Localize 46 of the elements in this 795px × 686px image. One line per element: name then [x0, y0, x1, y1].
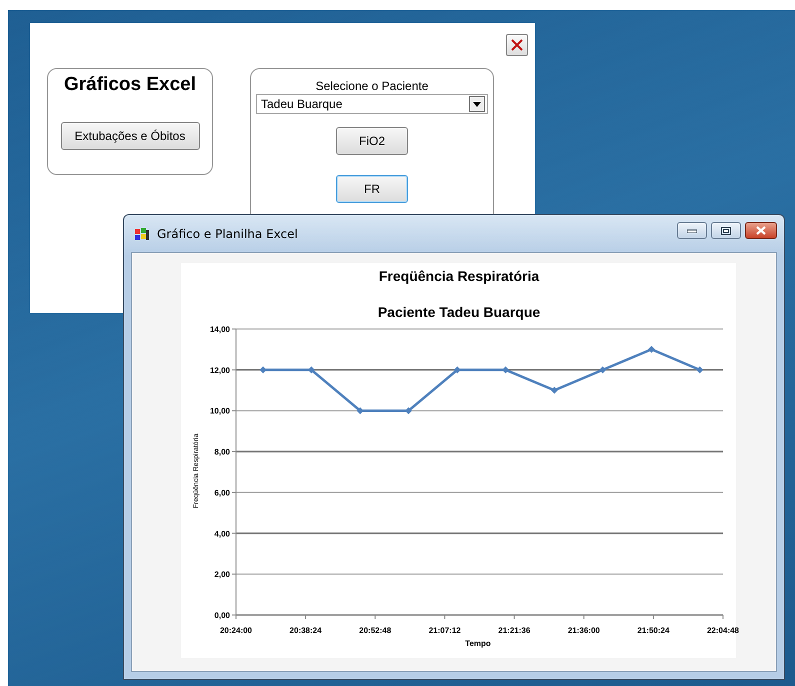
x-axis-title: Tempo [465, 639, 491, 648]
y-tick-label: 12,00 [210, 366, 230, 375]
data-point [260, 366, 267, 374]
y-tick-label: 4,00 [214, 529, 230, 538]
x-tick-label: 20:52:48 [359, 626, 392, 635]
x-tick-label: 21:21:36 [498, 626, 530, 635]
minimize-icon [687, 228, 697, 232]
x-tick-label: 20:24:00 [220, 626, 252, 635]
x-tick-label: 22:04:48 [706, 626, 740, 635]
data-point [404, 407, 412, 414]
y-tick-label: 8,00 [214, 448, 230, 457]
y-tick-label: 14,00 [210, 325, 230, 334]
x-tick-label: 21:07:12 [428, 626, 461, 635]
close-icon [756, 226, 766, 235]
x-tick-label: 20:38:24 [290, 626, 322, 635]
data-point [308, 366, 315, 374]
data-point [550, 386, 558, 394]
maximize-icon [721, 226, 731, 234]
data-point [502, 366, 510, 374]
group-title: Gráficos Excel [64, 74, 196, 96]
y-tick-label: 6,00 [214, 488, 230, 498]
minimize-button[interactable] [677, 222, 707, 239]
patient-dropdown[interactable]: Tadeu Buarque [256, 94, 488, 114]
chart-subtitle: Paciente Tadeu Buarque [378, 304, 540, 320]
patient-label: Selecione o Paciente [316, 79, 428, 93]
data-point [648, 346, 655, 353]
data-point [696, 366, 704, 374]
x-tick-label: 21:50:24 [637, 626, 670, 635]
close-icon [510, 38, 524, 52]
y-tick-label: 10,00 [210, 406, 230, 416]
data-point [454, 366, 461, 374]
chart-button[interactable]: FR [336, 175, 408, 203]
y-tick-label: 2,00 [214, 570, 230, 580]
dropdown-arrow-icon [473, 102, 481, 106]
close-button[interactable] [745, 222, 777, 239]
data-point [599, 366, 606, 374]
close-button[interactable] [506, 34, 528, 56]
chart-button[interactable]: FiO2 [336, 127, 408, 155]
data-point [356, 407, 364, 414]
maximize-button[interactable] [711, 222, 741, 239]
window-title: Gráfico e Planilha Excel [157, 226, 298, 240]
chart-title: Freqüência Respiratória [378, 268, 540, 284]
x-tick-label: 21:36:00 [568, 626, 600, 635]
app-icon [134, 226, 150, 242]
y-tick-label: 0,00 [214, 611, 230, 620]
report-button[interactable]: Extubações e Óbitos [60, 122, 200, 150]
